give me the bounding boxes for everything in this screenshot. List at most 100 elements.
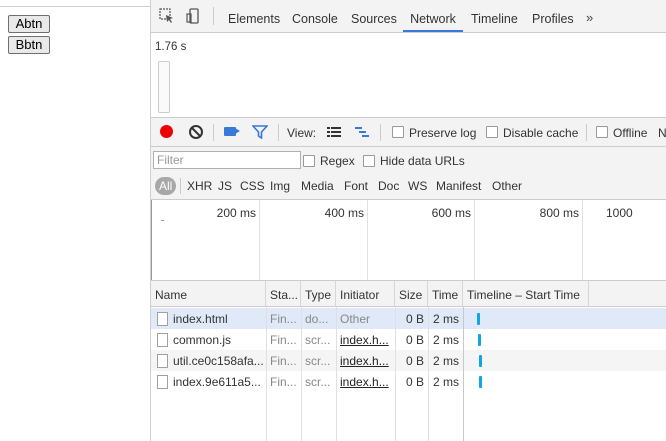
more-tabs-icon[interactable]: » [586, 0, 593, 32]
timeline-tick: 1000 [606, 206, 633, 220]
row-initiator: Other [340, 312, 371, 326]
document-icon [157, 354, 168, 368]
row-initiator-link[interactable]: index.h... [336, 329, 395, 350]
table-row[interactable]: index.9e611a5... Fin... scr... index.h..… [151, 371, 666, 392]
page-top-border [0, 6, 150, 7]
filter-input[interactable] [153, 151, 301, 169]
col-header-type[interactable]: Type [301, 281, 336, 307]
type-all[interactable]: All [155, 177, 177, 195]
waterfall-view-icon[interactable] [355, 126, 369, 138]
col-header-name[interactable]: Name [151, 281, 266, 307]
column-divider [266, 307, 267, 441]
view-label: View: [287, 126, 317, 140]
overview-scrollbar[interactable] [158, 61, 170, 113]
table-row[interactable]: index.html Fin... do... Other 0 B 2 ms [151, 308, 666, 329]
row-status: Fin... [270, 375, 297, 389]
overview-duration: 1.76 s [155, 41, 187, 53]
column-divider [395, 307, 396, 441]
tab-elements[interactable]: Elements [228, 0, 280, 32]
requests-table: Name Sta... Type Initiator Size Time Tim… [151, 281, 666, 441]
inspected-page: Abtn Bbtn [0, 0, 151, 441]
type-xhr[interactable]: XHR [184, 177, 215, 195]
column-divider [336, 307, 337, 441]
filter-icon[interactable] [252, 125, 268, 139]
row-name: common.js [173, 333, 232, 347]
waterfall-bar [479, 355, 482, 367]
table-row[interactable]: common.js Fin... scr... index.h... 0 B 2… [151, 329, 666, 350]
timeline-tick: 200 ms [216, 206, 256, 220]
row-initiator-link[interactable]: index.h... [336, 371, 395, 392]
regex-label: Regex [320, 154, 355, 168]
hide-data-urls-label: Hide data URLs [380, 154, 465, 168]
timeline-gridline [367, 200, 368, 280]
type-media[interactable]: Media [298, 177, 337, 195]
device-mode-icon[interactable] [185, 8, 201, 24]
network-overview: 1.76 s [151, 33, 666, 118]
row-status: Fin... [270, 354, 297, 368]
col-header-initiator[interactable]: Initiator [336, 281, 395, 307]
row-name: util.ce0c158afa... [173, 354, 264, 368]
offline-label: Offline [613, 126, 648, 140]
filter-bar: Regex Hide data URLs [151, 147, 666, 173]
row-type: scr... [305, 354, 331, 368]
preserve-log-label: Preserve log [409, 126, 477, 140]
offline-checkbox[interactable] [596, 126, 608, 138]
col-header-time[interactable]: Time [428, 281, 463, 307]
type-other[interactable]: Other [489, 177, 525, 195]
typebar-separator [180, 178, 181, 194]
document-icon [157, 312, 168, 326]
toolbar-separator [278, 124, 279, 141]
timeline-request-mark [161, 220, 164, 221]
capture-screenshots-icon[interactable] [224, 127, 240, 136]
abtn-button[interactable]: Abtn [8, 15, 50, 33]
col-header-timeline[interactable]: Timeline – Start Time [463, 281, 589, 307]
timeline-gridline [259, 200, 260, 280]
row-initiator-link[interactable]: index.h... [336, 350, 395, 371]
table-row[interactable]: util.ce0c158afa... Fin... scr... index.h… [151, 350, 666, 371]
timeline-gridline [582, 200, 583, 280]
timeline-tick: 800 ms [539, 206, 579, 220]
timeline-overview: 200 ms 400 ms 600 ms 800 ms 1000 [151, 200, 666, 281]
record-icon[interactable] [160, 125, 173, 138]
large-rows-icon[interactable] [327, 126, 341, 138]
type-js[interactable]: JS [215, 177, 235, 195]
devtools-panel: Elements Console Sources Network Timelin… [151, 0, 666, 441]
tab-console[interactable]: Console [292, 0, 338, 32]
resource-type-filter: All XHR JS CSS Img Media Font Doc WS Man… [151, 173, 666, 200]
toolbar-separator [213, 124, 214, 141]
waterfall-bar [477, 313, 480, 325]
type-img[interactable]: Img [267, 177, 293, 195]
row-status: Fin... [270, 312, 297, 326]
type-ws[interactable]: WS [405, 177, 430, 195]
document-icon [157, 333, 168, 347]
hide-data-urls-checkbox[interactable] [363, 155, 375, 167]
clipped-toolbar-label: N [658, 126, 666, 140]
clear-icon[interactable] [189, 125, 203, 139]
type-css[interactable]: CSS [237, 177, 268, 195]
row-type: scr... [305, 333, 331, 347]
row-name: index.html [173, 312, 228, 326]
tab-network[interactable]: Network [403, 0, 463, 32]
disable-cache-checkbox[interactable] [486, 126, 498, 138]
row-time: 2 ms [432, 375, 459, 389]
devtools-tabbar: Elements Console Sources Network Timelin… [151, 0, 666, 33]
type-doc[interactable]: Doc [375, 177, 402, 195]
col-header-size[interactable]: Size [395, 281, 428, 307]
tab-sources[interactable]: Sources [351, 0, 397, 32]
preserve-log-checkbox[interactable] [392, 126, 404, 138]
type-manifest[interactable]: Manifest [433, 177, 484, 195]
regex-checkbox[interactable] [303, 155, 315, 167]
inspect-element-icon[interactable] [159, 8, 175, 24]
tab-timeline[interactable]: Timeline [471, 0, 518, 32]
bbtn-button[interactable]: Bbtn [8, 36, 50, 54]
row-status: Fin... [270, 333, 297, 347]
col-header-empty [589, 281, 666, 307]
column-divider [463, 307, 464, 441]
col-header-status[interactable]: Sta... [266, 281, 301, 307]
type-font[interactable]: Font [341, 177, 371, 195]
waterfall-bar [479, 376, 482, 388]
tab-profiles[interactable]: Profiles [532, 0, 574, 32]
row-type: do... [305, 312, 329, 326]
toolbar-separator [380, 124, 381, 141]
timeline-tick: 400 ms [324, 206, 364, 220]
